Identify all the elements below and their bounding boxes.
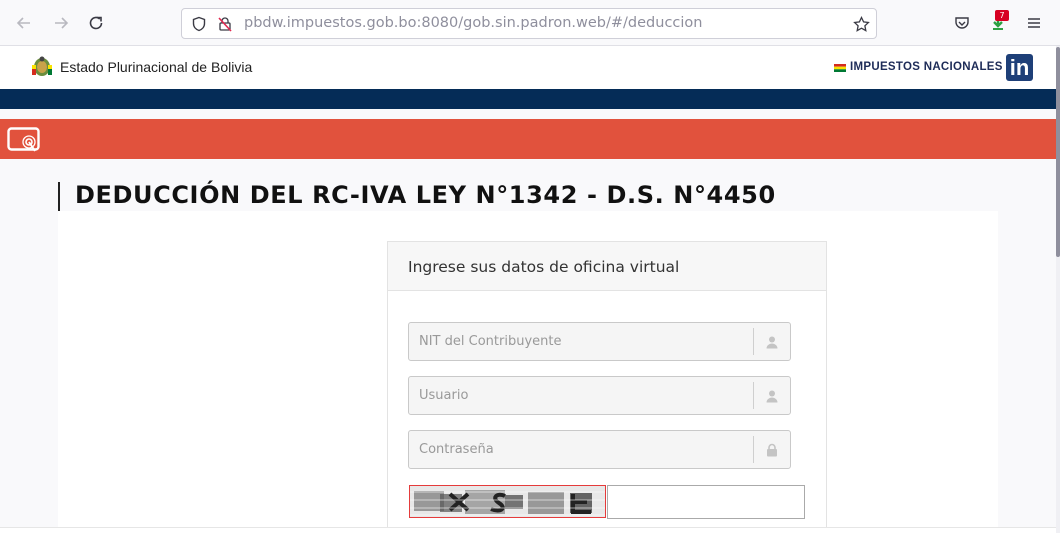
password-separator [753, 436, 754, 463]
login-card-header: Ingrese sus datos de oficina virtual [388, 242, 826, 291]
login-card-title: Ingrese sus datos de oficina virtual [408, 258, 680, 276]
url-bar[interactable]: pbdw.impuestos.gob.bo:8080/gob.sin.padro… [181, 8, 877, 39]
government-name: Estado Plurinacional de Bolivia [60, 59, 253, 75]
pocket-button[interactable] [949, 10, 975, 36]
username-input[interactable] [409, 377, 753, 414]
brand-name: IMPUESTOS NACIONALES [850, 61, 1003, 73]
reload-icon [89, 16, 103, 30]
star-icon[interactable] [852, 15, 870, 33]
back-button[interactable] [11, 10, 37, 36]
page-title: DEDUCCIÓN DEL RC-IVA LEY N°1342 - D.S. N… [75, 181, 776, 209]
impuestos-logo[interactable]: in [1006, 54, 1033, 81]
captcha-image [409, 485, 606, 518]
insecure-icon[interactable] [216, 15, 234, 33]
arrow-left-icon [16, 17, 30, 29]
nit-input[interactable] [409, 323, 753, 360]
site-header: Estado Plurinacional de Bolivia IMPUESTO… [0, 46, 1056, 89]
arrow-right-icon [55, 17, 69, 29]
notification-badge: 7 [995, 10, 1009, 21]
band-gap [0, 109, 1056, 119]
hamburger-menu-icon [1028, 18, 1040, 28]
touch-screen-icon[interactable] [7, 127, 41, 153]
pocket-icon [955, 17, 969, 29]
nit-separator [753, 328, 754, 355]
menu-button[interactable] [1021, 10, 1047, 36]
bottom-strip [0, 527, 1056, 533]
url-text[interactable]: pbdw.impuestos.gob.bo:8080/gob.sin.padro… [244, 15, 702, 31]
password-input[interactable] [409, 431, 753, 468]
page: Estado Plurinacional de Bolivia IMPUESTO… [0, 46, 1056, 533]
title-accent-bar [58, 182, 60, 211]
lock-icon [761, 440, 783, 460]
password-field [408, 430, 791, 469]
user-separator [753, 382, 754, 409]
user-field [408, 376, 791, 415]
coat-of-arms-icon [32, 56, 52, 76]
captcha-input[interactable] [607, 485, 805, 519]
user-icon [761, 332, 783, 352]
bolivia-flag-icon [834, 64, 846, 72]
url-path: :8080/gob.sin.padron.web/#/deduccion [416, 15, 703, 31]
browser-toolbar: pbdw.impuestos.gob.bo:8080/gob.sin.padro… [0, 0, 1060, 46]
red-band [0, 119, 1056, 159]
navy-band [0, 89, 1056, 109]
scrollbar-thumb[interactable] [1056, 47, 1060, 257]
reload-button[interactable] [83, 10, 109, 36]
user-icon [761, 386, 783, 406]
shield-icon[interactable] [190, 15, 208, 33]
url-host: pbdw.impuestos.gob.bo [244, 15, 417, 31]
nit-field [408, 322, 791, 361]
forward-button[interactable] [48, 10, 74, 36]
